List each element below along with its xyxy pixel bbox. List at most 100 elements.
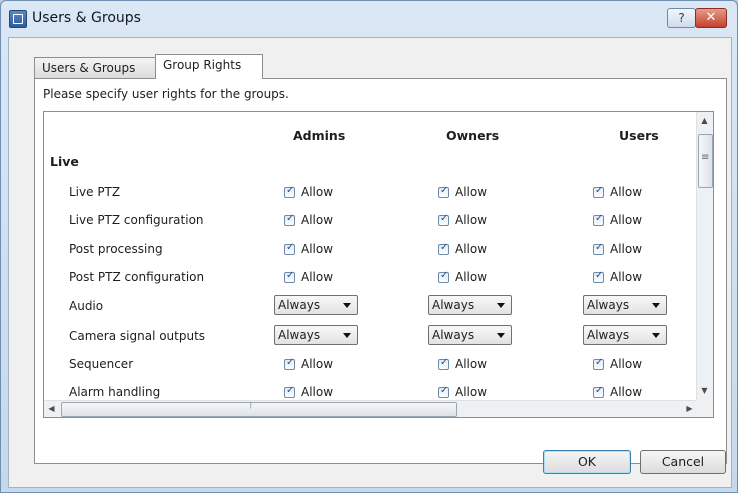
horizontal-scroll-thumb[interactable]: [61, 402, 457, 417]
window-title: Users & Groups: [32, 10, 141, 26]
checkbox-checked-icon[interactable]: [284, 357, 295, 370]
row-label-live-ptz: Live PTZ: [69, 185, 121, 199]
allow-checkbox-users-post-ptz-configuration[interactable]: Allow: [593, 270, 642, 284]
dropdown-arrow-icon[interactable]: [497, 303, 505, 308]
scroll-left-icon[interactable]: ◀: [44, 404, 59, 413]
checkbox-checked-icon[interactable]: [284, 385, 295, 398]
cancel-button[interactable]: Cancel: [640, 450, 726, 474]
allow-checkbox-admins-post-ptz-configuration[interactable]: Allow: [284, 270, 333, 284]
row-label-post-ptz-configuration: Post PTZ configuration: [69, 270, 205, 284]
users-groups-dialog: Users & Groups ? ✕ Users & Groups Group …: [0, 0, 738, 493]
scroll-down-icon[interactable]: ▼: [697, 386, 712, 395]
row-label-sequencer: Sequencer: [69, 357, 134, 371]
section-title-live: Live: [50, 154, 79, 169]
checkbox-checked-icon[interactable]: [593, 242, 604, 255]
audio-select-owners[interactable]: Always: [428, 295, 512, 315]
allow-label: Allow: [301, 213, 334, 227]
allow-label: Allow: [301, 385, 334, 399]
checkbox-checked-icon[interactable]: [438, 385, 449, 398]
checkbox-checked-icon[interactable]: [438, 357, 449, 370]
column-header-owners: Owners: [446, 128, 500, 143]
checkbox-checked-icon[interactable]: [593, 185, 604, 198]
select-value: Always: [278, 328, 321, 342]
title-bar[interactable]: Users & Groups ? ✕: [1, 1, 737, 37]
column-header-admins: Admins: [293, 128, 346, 143]
allow-checkbox-owners-alarm-handling[interactable]: Allow: [438, 385, 487, 399]
dropdown-arrow-icon[interactable]: [652, 303, 660, 308]
allow-checkbox-users-sequencer[interactable]: Allow: [593, 357, 642, 371]
scroll-up-icon[interactable]: ▲: [697, 116, 712, 125]
app-icon: [9, 10, 27, 28]
allow-checkbox-admins-alarm-handling[interactable]: Allow: [284, 385, 333, 399]
checkbox-checked-icon[interactable]: [593, 385, 604, 398]
checkbox-checked-icon[interactable]: [438, 242, 449, 255]
allow-checkbox-owners-live-ptz[interactable]: Allow: [438, 185, 487, 199]
checkbox-checked-icon[interactable]: [284, 270, 295, 283]
instructions-text: Please specify user rights for the group…: [43, 87, 289, 101]
tab-users-groups[interactable]: Users & Groups: [34, 57, 156, 78]
row-label-alarm-handling: Alarm handling: [69, 385, 161, 399]
select-value: Always: [587, 298, 630, 312]
camera-signal-outputs-select-users[interactable]: Always: [583, 325, 667, 345]
allow-label: Allow: [610, 213, 643, 227]
scrollbar-corner: [696, 400, 713, 417]
allow-checkbox-users-alarm-handling[interactable]: Allow: [593, 385, 642, 399]
checkbox-checked-icon[interactable]: [438, 213, 449, 226]
select-value: Always: [587, 328, 630, 342]
allow-checkbox-admins-post-processing[interactable]: Allow: [284, 242, 333, 256]
checkbox-checked-icon[interactable]: [284, 185, 295, 198]
rights-grid: Admins Owners Users Live Live PTZ Allow …: [43, 111, 714, 418]
camera-signal-outputs-select-owners[interactable]: Always: [428, 325, 512, 345]
allow-label: Allow: [610, 270, 643, 284]
dialog-client-area: Users & Groups Group Rights Please speci…: [8, 37, 732, 488]
checkbox-checked-icon[interactable]: [438, 270, 449, 283]
allow-label: Allow: [455, 270, 488, 284]
allow-checkbox-owners-live-ptz-configuration[interactable]: Allow: [438, 213, 487, 227]
allow-label: Allow: [455, 385, 488, 399]
allow-label: Allow: [301, 357, 334, 371]
dropdown-arrow-icon[interactable]: [652, 333, 660, 338]
vertical-scrollbar[interactable]: ▲ ▼: [696, 112, 713, 400]
allow-label: Allow: [455, 242, 488, 256]
checkbox-checked-icon[interactable]: [593, 357, 604, 370]
allow-checkbox-owners-post-ptz-configuration[interactable]: Allow: [438, 270, 487, 284]
allow-checkbox-users-post-processing[interactable]: Allow: [593, 242, 642, 256]
allow-label: Allow: [455, 213, 488, 227]
checkbox-checked-icon[interactable]: [284, 213, 295, 226]
allow-checkbox-users-live-ptz[interactable]: Allow: [593, 185, 642, 199]
allow-checkbox-owners-post-processing[interactable]: Allow: [438, 242, 487, 256]
allow-label: Allow: [455, 185, 488, 199]
group-rights-panel: Please specify user rights for the group…: [34, 78, 727, 464]
close-button[interactable]: ✕: [695, 8, 727, 28]
allow-checkbox-admins-sequencer[interactable]: Allow: [284, 357, 333, 371]
allow-checkbox-admins-live-ptz[interactable]: Allow: [284, 185, 333, 199]
allow-label: Allow: [610, 185, 643, 199]
checkbox-checked-icon[interactable]: [284, 242, 295, 255]
checkbox-checked-icon[interactable]: [593, 213, 604, 226]
allow-checkbox-users-live-ptz-configuration[interactable]: Allow: [593, 213, 642, 227]
camera-signal-outputs-select-admins[interactable]: Always: [274, 325, 358, 345]
column-header-users: Users: [619, 128, 659, 143]
allow-checkbox-admins-live-ptz-configuration[interactable]: Allow: [284, 213, 333, 227]
ok-button[interactable]: OK: [543, 450, 631, 474]
checkbox-checked-icon[interactable]: [438, 185, 449, 198]
dropdown-arrow-icon[interactable]: [343, 333, 351, 338]
tab-group-rights[interactable]: Group Rights: [155, 54, 263, 79]
dropdown-arrow-icon[interactable]: [497, 333, 505, 338]
allow-label: Allow: [610, 242, 643, 256]
audio-select-admins[interactable]: Always: [274, 295, 358, 315]
allow-label: Allow: [301, 270, 334, 284]
help-button[interactable]: ?: [667, 8, 696, 28]
row-label-audio: Audio: [69, 299, 104, 313]
horizontal-scrollbar[interactable]: ◀ ▶: [44, 400, 698, 417]
allow-label: Allow: [610, 357, 643, 371]
dropdown-arrow-icon[interactable]: [343, 303, 351, 308]
scroll-right-icon[interactable]: ▶: [682, 404, 697, 413]
audio-select-users[interactable]: Always: [583, 295, 667, 315]
select-value: Always: [432, 298, 475, 312]
allow-checkbox-owners-sequencer[interactable]: Allow: [438, 357, 487, 371]
vertical-scroll-thumb[interactable]: [698, 134, 713, 188]
select-value: Always: [278, 298, 321, 312]
allow-label: Allow: [610, 385, 643, 399]
checkbox-checked-icon[interactable]: [593, 270, 604, 283]
